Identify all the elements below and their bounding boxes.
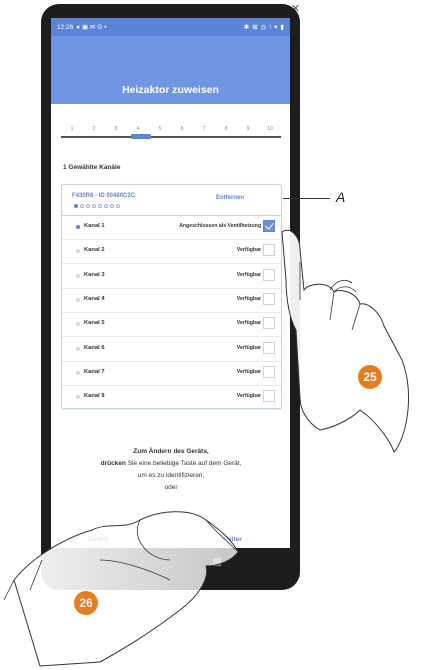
step-7: 7 <box>202 126 206 132</box>
channel-status: Angeschlossen als Ventilheizung <box>179 223 261 229</box>
back-button[interactable]: Zurück <box>87 536 109 543</box>
device-page-dots <box>74 204 120 208</box>
device-id: F430R8 - ID 00480C2C <box>72 193 136 199</box>
channel-dot <box>76 346 80 351</box>
channel-checkbox[interactable] <box>263 341 275 354</box>
channel-name: Kanal 4 <box>84 295 105 302</box>
channel-name: Kanal 3 <box>84 271 105 278</box>
step-active-marker <box>131 134 151 139</box>
step-9: 9 <box>246 126 250 132</box>
status-time: 12:26 <box>57 23 74 31</box>
annotation-line <box>283 198 330 199</box>
channel-name: Kanal 2 <box>84 247 105 254</box>
channel-status: Verfügbar <box>236 295 261 302</box>
next-button[interactable]: Weiter <box>222 536 242 543</box>
status-bar: 12:26 ● ▣ ✉ G • ✱ ⊠ ◎! ▾ ▮ <box>51 18 290 36</box>
device-page-dot[interactable] <box>116 204 120 208</box>
channel-checkbox[interactable] <box>263 244 275 257</box>
channel-status: Verfügbar <box>236 271 261 278</box>
channel-status: Verfügbar <box>236 393 261 400</box>
channel-name: Kanal 7 <box>84 368 105 375</box>
channel-status: Verfügbar <box>236 320 261 327</box>
channel-dot <box>76 297 80 302</box>
channel-name: Kanal 6 <box>84 344 105 351</box>
annotation-label: A <box>336 189 346 205</box>
info-text: Zum Ändern des Geräts, drücken Sie eine … <box>91 446 251 494</box>
channel-checkbox[interactable] <box>263 292 275 305</box>
remove-button[interactable]: Entfernen <box>216 195 244 201</box>
channel-name: Kanal 1 <box>84 223 105 229</box>
device-page-dot[interactable] <box>74 204 78 208</box>
channel-dot <box>76 395 80 400</box>
device-page-dot[interactable] <box>80 204 84 208</box>
right-hand-icon <box>281 229 410 453</box>
channel-row[interactable]: Kanal 5 Verfügbar <box>62 312 281 338</box>
step-4: 4 <box>136 126 140 132</box>
device-page-dot[interactable] <box>86 204 90 208</box>
channel-checkbox[interactable] <box>263 365 275 378</box>
device-page-dot[interactable] <box>92 204 96 208</box>
page-title: Heizaktor zuweisen <box>122 84 219 96</box>
system-icons: ✱ ⊠ ◎! ▾ ▮ <box>243 23 284 32</box>
info-line-2-bold: drücken <box>100 460 126 467</box>
step-10: 10 <box>267 126 273 132</box>
channel-dot <box>76 273 80 278</box>
notification-icons: ● ▣ ✉ G • <box>76 24 107 31</box>
android-nav-bar <box>51 548 290 576</box>
channel-row[interactable]: Kanal 2 Verfügbar <box>62 239 281 265</box>
selected-channels-label: 1 Gewählte Kanäle <box>63 164 121 171</box>
device-row: F430R8 - ID 00480C2C Entfernen <box>62 185 281 216</box>
channel-checkbox[interactable] <box>263 317 275 330</box>
channel-status: Verfügbar <box>236 247 261 254</box>
channel-row[interactable]: Kanal 6 Verfügbar <box>62 337 281 362</box>
device-card: F430R8 - ID 00480C2C Entfernen Kanal 1 An… <box>61 184 282 411</box>
channel-dot <box>76 249 80 254</box>
channel-row[interactable]: Kanal 1 Angeschlossen als Ventilheizung <box>62 215 281 240</box>
step-5: 5 <box>158 126 162 132</box>
step-1: 1 <box>70 126 74 132</box>
info-line-1: Zum Ändern des Geräts, <box>133 448 209 455</box>
channel-status: Verfügbar <box>236 344 261 351</box>
channel-row[interactable]: Kanal 4 Verfügbar <box>62 288 281 313</box>
step-8: 8 <box>224 126 228 132</box>
channel-dot <box>76 370 80 375</box>
step-6: 6 <box>180 126 184 132</box>
step-track <box>61 136 281 138</box>
channel-dot <box>76 225 80 229</box>
channel-checkbox[interactable] <box>263 268 275 281</box>
device-page-dot[interactable] <box>104 204 108 208</box>
channel-row[interactable]: Kanal 7 Verfügbar <box>62 361 281 386</box>
channel-checkbox[interactable] <box>263 220 275 232</box>
step-badge-25: 25 <box>358 365 382 389</box>
info-line-2: Sie eine beliebige Taste auf dem Gerät, <box>125 460 242 467</box>
channel-name: Kanal 5 <box>84 320 105 327</box>
page: ⧉ ✕ 12:26 ● ▣ ✉ G • ✱⊠◎!▾▮ Heizaktor zuw… <box>0 0 422 670</box>
info-line-4: oder <box>164 484 178 491</box>
info-line-3: um es zu identifizieren, <box>137 472 205 479</box>
step-badge-26: 26 <box>74 591 98 615</box>
recent-apps-icon[interactable] <box>213 558 221 566</box>
channel-row[interactable]: Kanal 8 Verfügbar <box>62 385 281 411</box>
channel-dot <box>76 322 80 327</box>
step-indicator: 1 2 3 4 5 6 7 8 9 10 <box>61 126 281 132</box>
step-3: 3 <box>114 126 118 132</box>
app-header: Heizaktor zuweisen <box>51 36 290 104</box>
step-2: 2 <box>92 126 96 132</box>
channel-status: Verfügbar <box>236 368 261 375</box>
phone-screen: 12:26 ● ▣ ✉ G • ✱ ⊠ ◎! ▾ ▮ Heizaktor zuweise… <box>51 18 290 566</box>
channel-checkbox[interactable] <box>263 390 275 403</box>
device-page-dot[interactable] <box>110 204 114 208</box>
channel-row[interactable]: Kanal 3 Verfügbar <box>62 264 281 289</box>
channel-name: Kanal 8 <box>84 393 105 400</box>
device-page-dot[interactable] <box>98 204 102 208</box>
